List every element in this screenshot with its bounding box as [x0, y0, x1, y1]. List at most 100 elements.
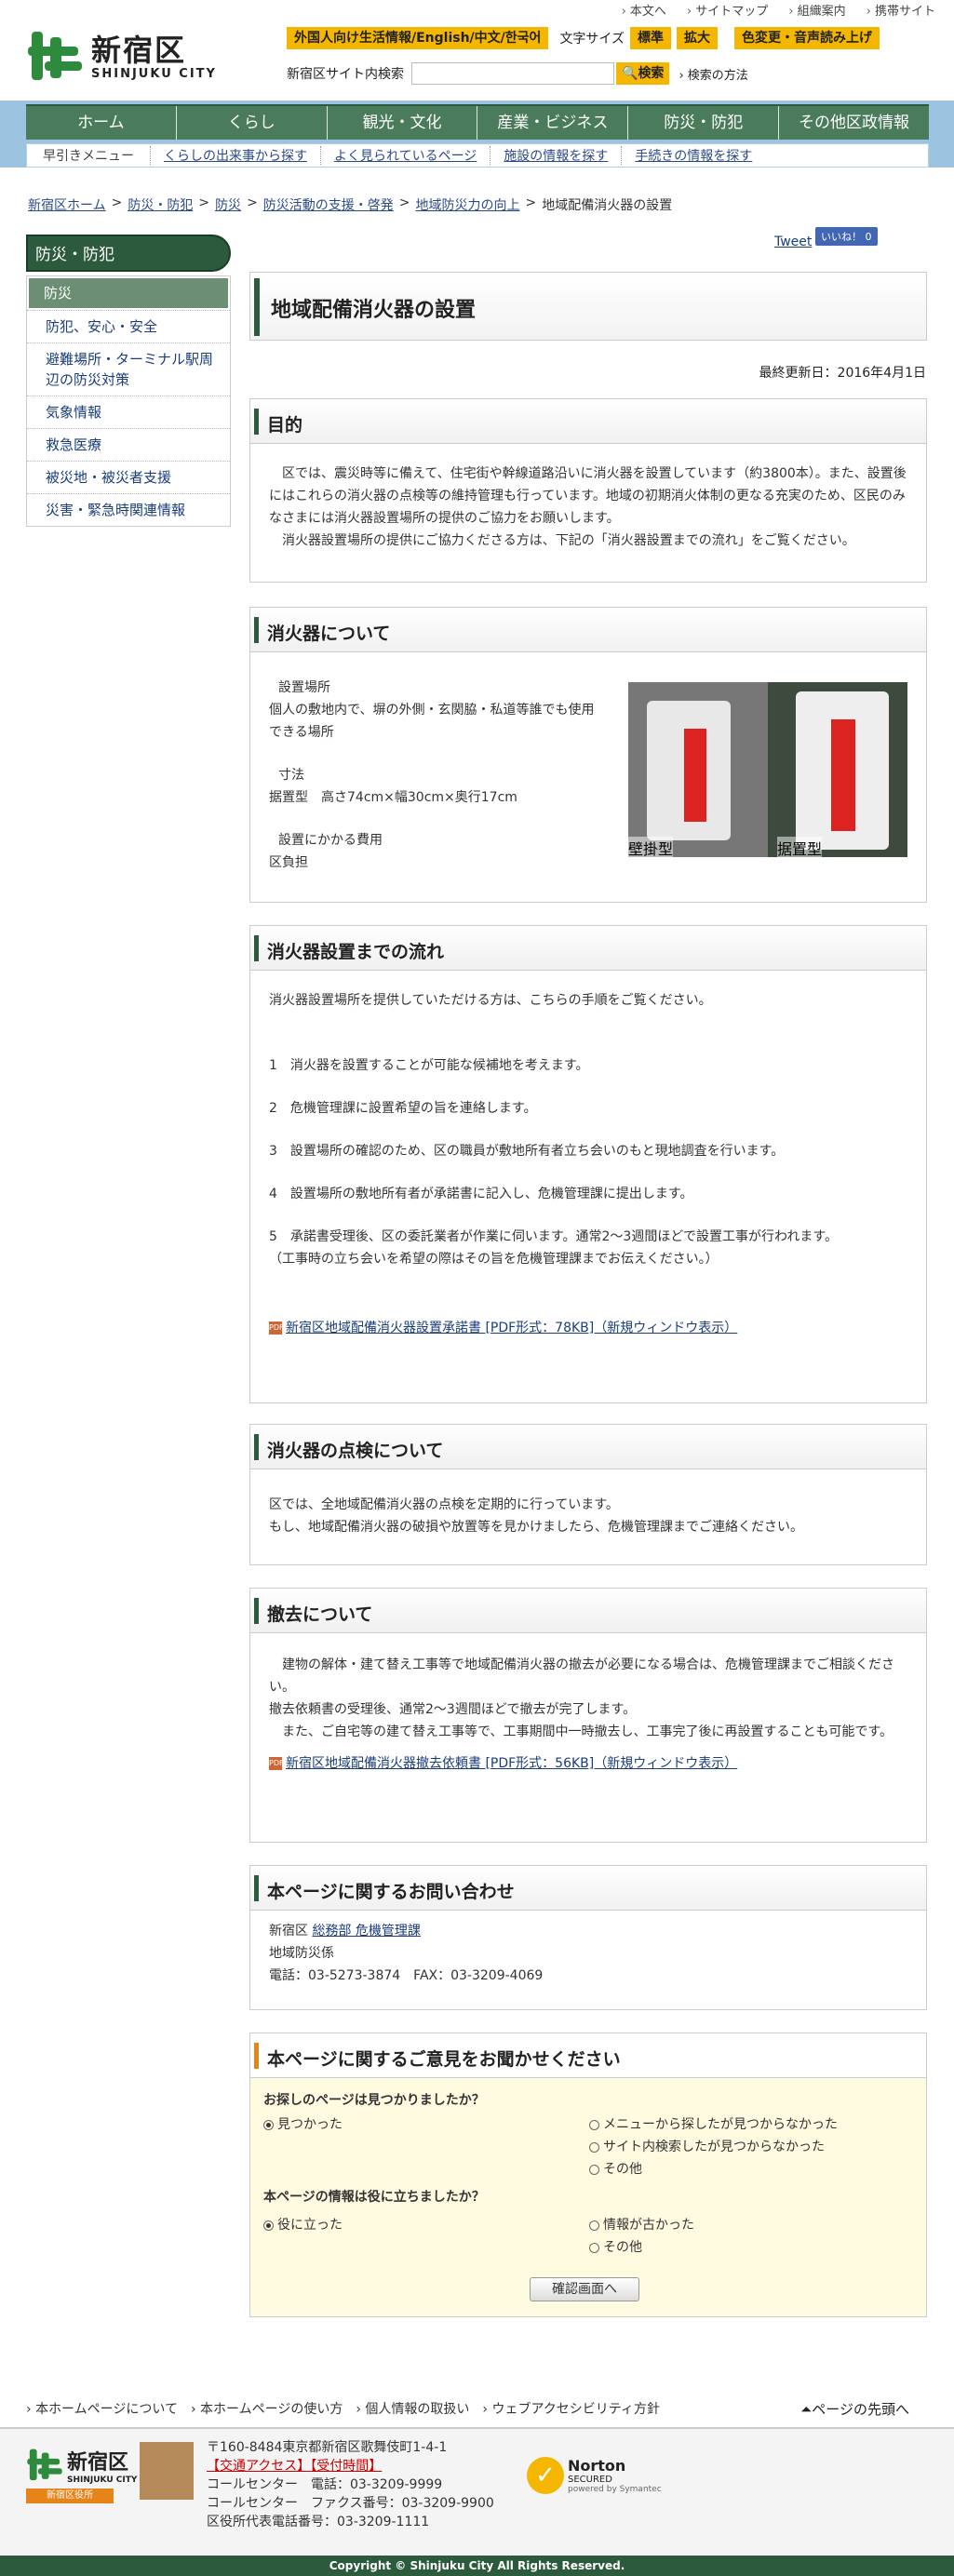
gnav-life[interactable]: くらし: [177, 106, 328, 140]
radio-label: メニューから探したが見つからなかった: [603, 2117, 838, 2132]
color-voice-button[interactable]: 色変更・音声読み上げ: [734, 27, 880, 49]
sidebar-item[interactable]: 防犯、安心・安全: [27, 310, 230, 342]
footer-link[interactable]: ウェブアクセシビリティ方針: [482, 2399, 659, 2418]
radio-option[interactable]: サイト内検索したが見つからなかった: [589, 2136, 825, 2158]
radio-option[interactable]: その他: [589, 2236, 642, 2259]
norton-seal[interactable]: ✓ Norton SECURED powered by Symantec: [527, 2457, 662, 2494]
sidebar-item-current[interactable]: 防災: [29, 278, 228, 308]
section-contact: 本ページに関するお問い合わせ 新宿区 総務部 危機管理課 地域防災係 電話：03…: [249, 1865, 927, 2010]
quick-nav: 早引きメニュー くらしの出来事から探す よく見られているページ 施設の情報を探す…: [26, 143, 929, 168]
radio-label: その他: [603, 2240, 642, 2255]
gnav-tourism[interactable]: 観光・文化: [328, 106, 478, 140]
radio-option[interactable]: 役に立った: [263, 2214, 343, 2236]
access-link[interactable]: 【交通アクセス】: [207, 2459, 310, 2474]
gnav-disaster[interactable]: 防災・防犯: [628, 106, 780, 140]
breadcrumb-current: 地域配備消火器の設置: [542, 198, 673, 213]
confirm-button[interactable]: 確認画面へ: [530, 2277, 639, 2301]
search-button[interactable]: 🔍検索: [616, 62, 670, 85]
search-help-link[interactable]: 検索の方法: [679, 65, 748, 83]
search-label: 新宿区サイト内検索: [287, 67, 404, 82]
font-enlarge-button[interactable]: 拡大: [677, 27, 719, 49]
radio-option[interactable]: 情報が古かった: [589, 2214, 694, 2236]
radio-label: 役に立った: [277, 2218, 343, 2233]
foreign-lang-link[interactable]: 外国人向け生活情報/English/中文/한국어: [287, 27, 549, 49]
breadcrumb-link[interactable]: 防災: [215, 195, 241, 214]
value-size: 据置型 高さ74cm×幅30cm×奥行17cm: [269, 790, 517, 805]
sitemap-link[interactable]: サイトマップ: [687, 1, 768, 19]
radio-icon: [589, 2220, 599, 2231]
extinguisher-photo: 壁掛型 据置型: [628, 682, 907, 859]
gnav-other[interactable]: その他区政情報: [779, 106, 929, 140]
breadcrumb-link[interactable]: 防災・防犯: [128, 195, 193, 214]
radio-option[interactable]: 見つかった: [263, 2113, 343, 2136]
consent-pdf-link[interactable]: 新宿区地域配備消火器設置承諾書 [PDF形式：78KB]（新規ウィンドウ表示）: [286, 1321, 737, 1335]
contact-dept-link[interactable]: 総務部 危機管理課: [312, 1924, 420, 1939]
sidebar-item[interactable]: 救急医療: [27, 428, 230, 461]
city-hall-badge: 新宿区役所: [26, 2489, 114, 2503]
org-link[interactable]: 組織案内: [788, 1, 846, 19]
breadcrumb-link[interactable]: 防災活動の支援・啓発: [263, 195, 394, 214]
skip-link[interactable]: 本文へ: [622, 1, 666, 19]
radio-label: サイト内検索したが見つからなかった: [603, 2140, 825, 2154]
mobile-link[interactable]: 携帯サイト: [867, 1, 935, 19]
flow-step: 5 承諾書受理後、区の委託業者が作業に伺います。通常2～3週間ほどで設置工事が行…: [269, 1229, 838, 1244]
flow-step: 3 設置場所の確認のため、区の職員が敷地所有者立ち会いのもと現地調査を行います。: [269, 1144, 785, 1159]
search-input[interactable]: [411, 62, 614, 85]
footer-link[interactable]: 本ホームページの使い方: [191, 2399, 343, 2418]
breadcrumb-link[interactable]: 地域防災力の向上: [416, 195, 520, 214]
top-links: 本文へ サイトマップ 組織案内 携帯サイト: [622, 0, 935, 19]
section-removal: 撤去について 建物の解体・建て替え工事等で地域配備消火器の撤去が必要になる場合は…: [249, 1588, 927, 1843]
label-location: 設置場所: [278, 680, 330, 695]
global-nav: ホーム くらし 観光・文化 産業・ビジネス 防災・防犯 その他区政情報: [26, 104, 929, 140]
value-cost: 区負担: [269, 855, 308, 870]
radio-option[interactable]: その他: [589, 2158, 642, 2180]
font-standard-button[interactable]: 標準: [630, 27, 672, 49]
quick-nav-item[interactable]: 施設の情報を探す: [504, 149, 608, 164]
hours-link[interactable]: 【受付時間】: [310, 2459, 382, 2474]
sidebar: 防災・防犯 防災 防犯、安心・安全 避難場所・ターミナル駅周辺の防災対策 気象情…: [26, 235, 231, 527]
pdf-icon: PDF: [269, 1757, 284, 1770]
quick-nav-item[interactable]: よく見られているページ: [334, 149, 477, 164]
page-top-link[interactable]: ⏶ページの先頭へ: [800, 2399, 909, 2419]
removal-pdf-link[interactable]: 新宿区地域配備消火器撤去依頼書 [PDF形式：56KB]（新規ウィンドウ表示）: [286, 1756, 737, 1771]
gnav-home[interactable]: ホーム: [26, 106, 177, 140]
footer-logo-en: SHINJUKU CITY: [67, 2475, 138, 2485]
call-center-tel: コールセンター 電話：03-3209-9999: [207, 2477, 443, 2492]
breadcrumb-link[interactable]: 新宿区ホーム: [28, 195, 106, 214]
norton-powered: powered by Symantec: [568, 2485, 662, 2494]
last-updated: 最終更新日：2016年4月1日: [759, 366, 926, 381]
like-button[interactable]: いいね！ 0: [815, 227, 878, 246]
call-center-fax: コールセンター ファクス番号：03-3209-9900: [207, 2496, 494, 2511]
footer-link[interactable]: 本ホームページについて: [26, 2399, 178, 2418]
breadcrumb: 新宿区ホーム > 防災・防犯 > 防災 > 防災活動の支援・啓発 > 地域防災力の向上 >…: [28, 195, 673, 214]
logo-jp: 新宿区: [91, 32, 187, 68]
sidebar-item[interactable]: 気象情報: [27, 396, 230, 428]
section-heading: 撤去について: [267, 1604, 373, 1625]
sidebar-item[interactable]: 避難場所・ターミナル駅周辺の防災対策: [27, 342, 230, 396]
sidebar-item[interactable]: 災害・緊急時関連情報: [27, 493, 230, 526]
tweet-button[interactable]: Tweet: [774, 235, 812, 249]
gnav-business[interactable]: 産業・ビジネス: [477, 106, 629, 140]
radio-icon: [263, 2220, 274, 2231]
page-title: 地域配備消火器の設置: [271, 299, 477, 322]
search-button-label: 検索: [638, 66, 665, 81]
feedback-form: 本ページに関するご意見をお聞かせください お探しのページは見つかりましたか？ 見…: [249, 2033, 927, 2317]
logo-en: SHINJUKU CITY: [91, 66, 217, 81]
sidebar-item[interactable]: 被災地・被災者支援: [27, 461, 230, 493]
sidebar-title[interactable]: 防災・防犯: [26, 235, 231, 272]
radio-icon: [589, 2164, 599, 2175]
inspection-text: 区では、全地域配備消火器の点検を定期的に行っています。: [269, 1497, 619, 1512]
radio-icon: [589, 2242, 599, 2253]
radio-option[interactable]: メニューから探したが見つからなかった: [589, 2113, 838, 2136]
footer-link[interactable]: 個人情報の取扱い: [356, 2399, 469, 2418]
footer-nav: 本ホームページについて 本ホームページの使い方 個人情報の取扱い ウェブアクセシ…: [26, 2399, 660, 2418]
footer-logo: 新宿区 SHINJUKU CITY: [26, 2446, 137, 2485]
address: 〒160-8484東京都新宿区歌舞伎町1-4-1: [207, 2440, 448, 2455]
site-logo[interactable]: 新宿区 SHINJUKU CITY: [26, 28, 217, 86]
quick-nav-item[interactable]: くらしの出来事から探す: [164, 149, 307, 164]
quick-nav-item[interactable]: 手続きの情報を探す: [635, 149, 752, 164]
footer-address: 〒160-8484東京都新宿区歌舞伎町1-4-1 【交通アクセス】【受付時間】 …: [207, 2438, 494, 2531]
title-accent: [254, 278, 260, 336]
arrow-up-icon: ⏶: [800, 2401, 813, 2418]
contact-section: 地域防災係: [269, 1946, 334, 1961]
